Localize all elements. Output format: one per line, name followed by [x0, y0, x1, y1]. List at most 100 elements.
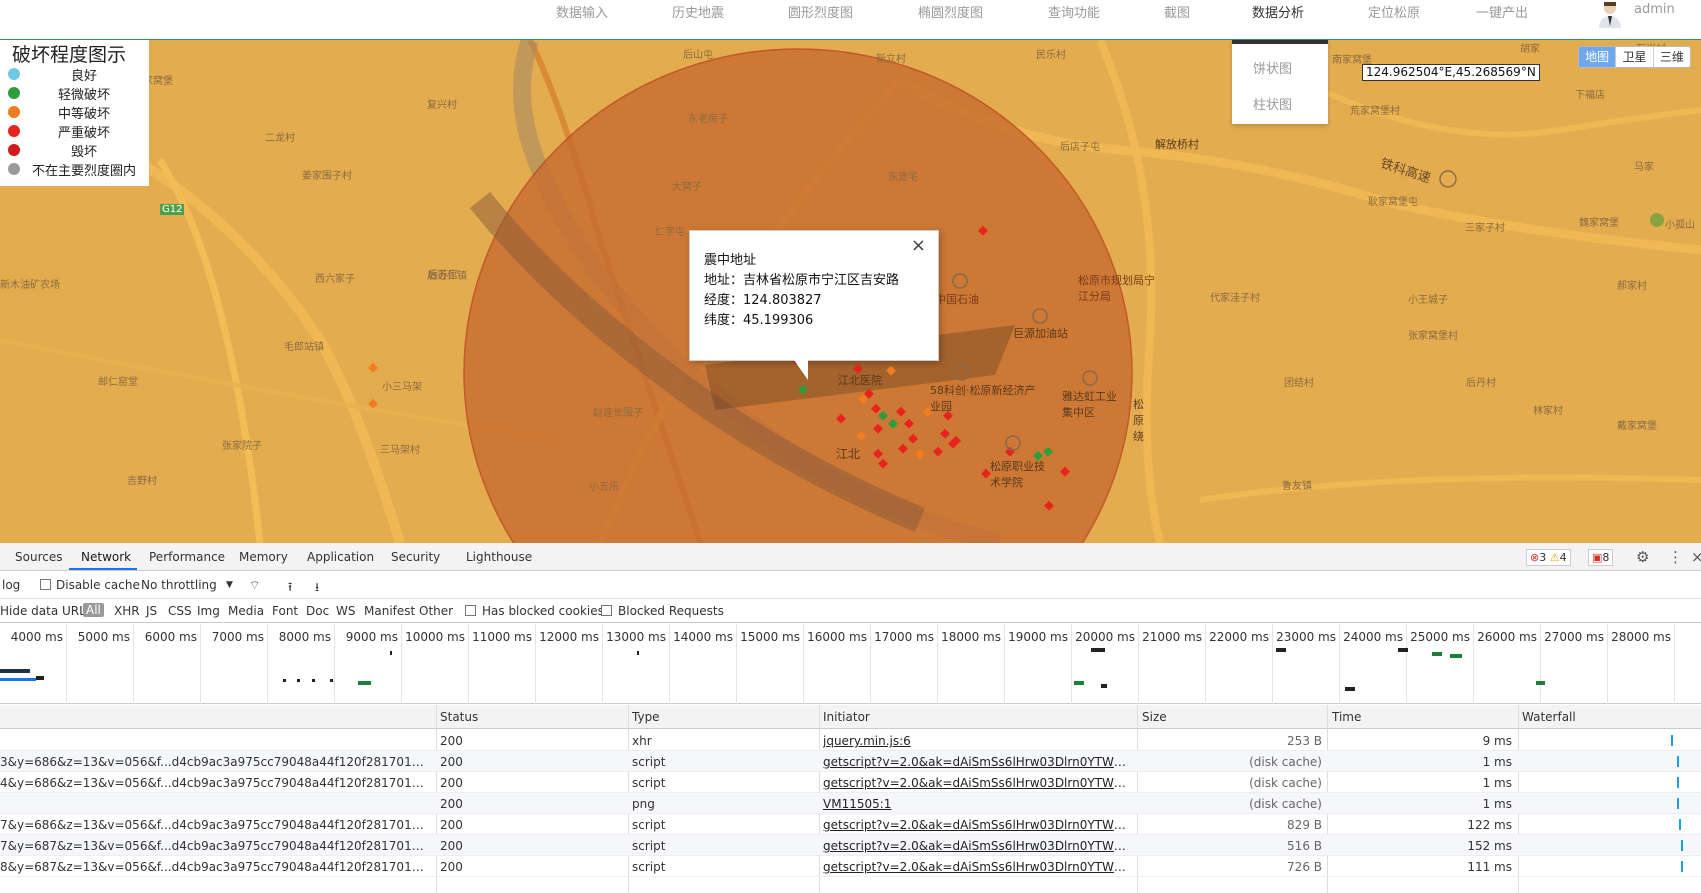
filter-xhr[interactable]: XHR	[114, 604, 140, 618]
table-row[interactable]: 4&y=686&z=13&v=056&f...d4cb9ac3a975cc790…	[0, 772, 1701, 793]
overview-tick-label: 4000 ms	[10, 630, 63, 644]
top-nav: 数据输入 历史地震 圆形烈度图 椭圆烈度图 查询功能 截图 数据分析 定位松原 …	[0, 0, 1701, 40]
tab-sources[interactable]: Sources	[15, 550, 62, 564]
filter-img[interactable]: Img	[197, 604, 220, 618]
nav-locate-songyuan[interactable]: 定位松原	[1368, 2, 1420, 21]
filter-ws[interactable]: WS	[336, 604, 355, 618]
close-devtools-icon[interactable]: ×	[1691, 548, 1701, 566]
overview-tick-label: 7000 ms	[211, 630, 264, 644]
column-type[interactable]: Type	[632, 710, 660, 724]
legend-item: 不在主要烈度圈内	[6, 160, 146, 179]
filter-js[interactable]: JS	[146, 604, 157, 618]
table-row[interactable]: 200 png VM11505:1 (disk cache) 1 ms	[0, 793, 1701, 814]
network-overview[interactable]: 4000 ms 5000 ms 6000 ms 7000 ms 8000 ms 9000 …	[0, 624, 1701, 704]
column-waterfall[interactable]: Waterfall	[1522, 710, 1576, 724]
request-initiator[interactable]: getscript?v=2.0&ak=dAiSmSs6lHrw03Dlrn0YT…	[823, 860, 1128, 874]
issues-badge[interactable]: ▣8	[1588, 549, 1614, 566]
nav-circle-intensity[interactable]: 圆形烈度图	[788, 2, 853, 21]
menu-item-pie-chart[interactable]: 饼状图	[1253, 58, 1292, 77]
column-initiator[interactable]: Initiator	[823, 710, 870, 724]
map-label: 松原职业技术学院	[990, 460, 1045, 489]
column-size[interactable]: Size	[1142, 710, 1167, 724]
tab-application[interactable]: Application	[307, 550, 374, 564]
request-status: 200	[440, 818, 463, 832]
filter-all[interactable]: All	[83, 603, 104, 617]
table-row[interactable]: 200 xhr jquery.min.js:6 253 B 9 ms	[0, 730, 1701, 751]
request-status: 200	[440, 755, 463, 769]
request-time: 152 ms	[1467, 839, 1512, 853]
nav-data-analysis[interactable]: 数据分析	[1252, 2, 1304, 21]
import-har-icon[interactable]: ⭱	[288, 578, 292, 599]
map-label: 吉野村	[127, 476, 157, 487]
epicenter-popup: × 震中地址 地址：吉林省松原市宁江区吉安路 经度：124.803827 纬度：…	[689, 230, 939, 361]
filter-other[interactable]: Other	[419, 604, 453, 618]
map-type-3d[interactable]: 三维	[1654, 47, 1690, 67]
nav-data-input[interactable]: 数据输入	[556, 2, 608, 21]
console-counts[interactable]: ⊗3 ⚠4	[1526, 549, 1571, 566]
menu-item-bar-chart[interactable]: 柱状图	[1253, 94, 1292, 113]
tab-security[interactable]: Security	[391, 550, 440, 564]
blocked-cookies-label: Has blocked cookies	[482, 604, 604, 618]
nav-ellipse-intensity[interactable]: 椭圆烈度图	[918, 2, 983, 21]
request-initiator[interactable]: VM11505:1	[823, 797, 1128, 811]
export-har-icon[interactable]: ⭳	[315, 578, 319, 599]
request-initiator[interactable]: getscript?v=2.0&ak=dAiSmSs6lHrw03Dlrn0YT…	[823, 776, 1128, 790]
nav-one-click-output[interactable]: 一键产出	[1476, 2, 1528, 21]
more-options-icon[interactable]: ⋮	[1668, 548, 1683, 566]
request-initiator[interactable]: getscript?v=2.0&ak=dAiSmSs6lHrw03Dlrn0YT…	[823, 755, 1128, 769]
user-name[interactable]: admin	[1634, 2, 1675, 17]
tab-network[interactable]: Network	[81, 550, 131, 564]
table-row[interactable]: 8&y=687&z=13&v=056&f...d4cb9ac3a975cc790…	[0, 856, 1701, 877]
table-row[interactable]: 7&y=687&z=13&v=056&f...d4cb9ac3a975cc790…	[0, 835, 1701, 856]
blocked-cookies-checkbox[interactable]	[465, 605, 476, 616]
filter-manifest[interactable]: Manifest	[364, 604, 415, 618]
map-label: 魏家窝堡	[1579, 218, 1619, 229]
chevron-down-icon[interactable]: ▼	[226, 580, 233, 590]
map-label: 小三马架	[382, 382, 422, 393]
table-row[interactable]: 7&y=686&z=13&v=056&f...d4cb9ac3a975cc790…	[0, 814, 1701, 835]
disable-cache-label: Disable cache	[56, 578, 140, 592]
tab-lighthouse[interactable]: Lighthouse	[466, 550, 532, 564]
column-status[interactable]: Status	[440, 710, 478, 724]
filter-media[interactable]: Media	[228, 604, 264, 618]
overview-tick-label: 18000 ms	[941, 630, 1001, 644]
request-initiator[interactable]: jquery.min.js:6	[823, 734, 1128, 748]
legend-item: 轻微破坏	[6, 84, 146, 103]
tab-memory[interactable]: Memory	[239, 550, 288, 564]
gear-icon[interactable]: ⚙	[1636, 548, 1649, 566]
network-toolbar: log Disable cache No throttling ▼ ⌔ ⭱ ⭳	[0, 571, 1701, 599]
blocked-requests-checkbox[interactable]	[601, 605, 612, 616]
column-time[interactable]: Time	[1332, 710, 1361, 724]
avatar-icon[interactable]	[1596, 0, 1624, 28]
network-conditions-icon[interactable]: ⌔	[249, 578, 260, 593]
nav-query[interactable]: 查询功能	[1048, 2, 1100, 21]
map-label: 鲁友镇	[1282, 481, 1312, 492]
overview-tick-label: 13000 ms	[606, 630, 666, 644]
request-initiator[interactable]: getscript?v=2.0&ak=dAiSmSs6lHrw03Dlrn0YT…	[823, 839, 1128, 853]
map-type-satellite[interactable]: 卫星	[1616, 47, 1654, 67]
disable-cache-checkbox[interactable]	[40, 579, 51, 590]
filter-doc[interactable]: Doc	[306, 604, 329, 618]
tab-performance[interactable]: Performance	[149, 550, 225, 564]
popup-longitude: 经度：124.803827	[704, 293, 822, 308]
request-name: 3&y=686&z=13&v=056&f...d4cb9ac3a975cc790…	[0, 755, 428, 769]
marker-icon	[8, 68, 20, 80]
table-row[interactable]: 3&y=686&z=13&v=056&f...d4cb9ac3a975cc790…	[0, 751, 1701, 772]
nav-screenshot[interactable]: 截图	[1164, 2, 1190, 21]
close-icon[interactable]: ×	[911, 235, 926, 256]
map-label: 张家窝堡村	[1408, 331, 1458, 342]
throttling-select[interactable]: No throttling	[141, 578, 217, 592]
filter-font[interactable]: Font	[272, 604, 298, 618]
legend-item: 毁坏	[6, 141, 146, 160]
request-initiator[interactable]: getscript?v=2.0&ak=dAiSmSs6lHrw03Dlrn0YT…	[823, 818, 1128, 832]
waterfall-bar	[1679, 819, 1681, 830]
request-name: 7&y=686&z=13&v=056&f...d4cb9ac3a975cc790…	[0, 818, 428, 832]
request-type: script	[632, 839, 666, 853]
hide-data-urls-label[interactable]: Hide data URLs	[0, 604, 92, 618]
map-label: 松原绕	[1133, 398, 1144, 443]
overview-tick-label: 26000 ms	[1477, 630, 1537, 644]
map-type-map[interactable]: 地图	[1579, 47, 1617, 67]
legend-item: 严重破坏	[6, 122, 146, 141]
filter-css[interactable]: CSS	[168, 604, 192, 618]
nav-history-quake[interactable]: 历史地震	[672, 2, 724, 21]
